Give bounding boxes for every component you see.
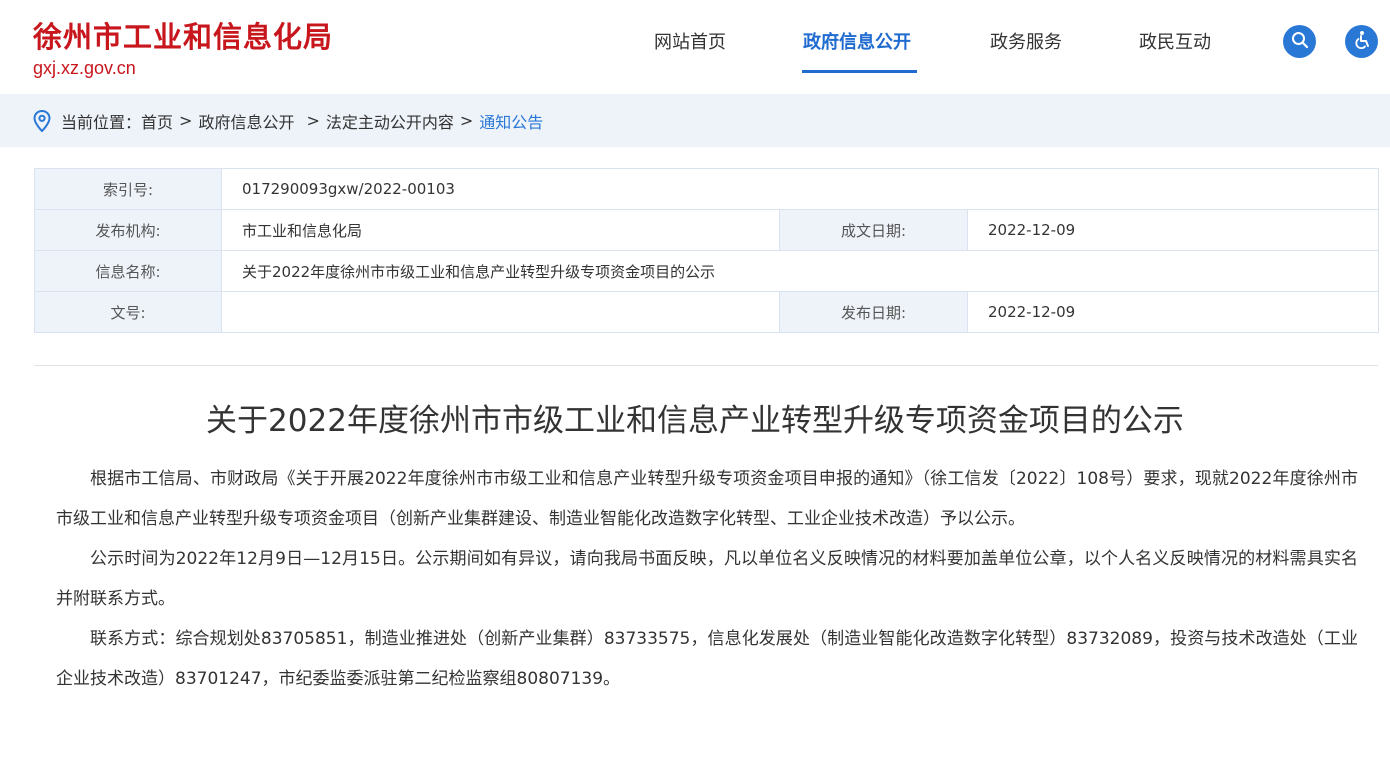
article-paragraph: 联系方式：综合规划处83705851，制造业推进处（创新产业集群）8373357… bbox=[56, 629, 1358, 689]
nav-item-services[interactable]: 政务服务 bbox=[990, 28, 1062, 54]
published-date-value: 2022-12-09 bbox=[966, 291, 1380, 333]
article-title: 关于2022年度徐州市市级工业和信息产业转型升级专项资金项目的公示 bbox=[206, 403, 1184, 439]
created-date-value: 2022-12-09 bbox=[966, 209, 1380, 251]
site-header: 徐州市工业和信息化局 gxj.xz.gov.cn 网站首页 政府信息公开 政务服… bbox=[0, 0, 1390, 94]
breadcrumb-gov-info[interactable]: 政府信息公开 bbox=[198, 109, 294, 133]
nav-item-gov-info[interactable]: 政府信息公开 bbox=[803, 28, 911, 54]
nav-item-home[interactable]: 网站首页 bbox=[654, 28, 726, 54]
breadcrumb-current[interactable]: 通知公告 bbox=[479, 109, 543, 133]
index-value: 017290093gxw/2022-00103 bbox=[220, 168, 1380, 210]
search-button[interactable] bbox=[1283, 25, 1316, 58]
table-row: 索引号: 017290093gxw/2022-00103 bbox=[34, 168, 1380, 210]
doc-number-label: 文号: bbox=[34, 291, 222, 333]
accessibility-icon bbox=[1352, 30, 1372, 54]
breadcrumb-separator: > bbox=[459, 111, 474, 130]
article-body: 根据市工信局、市财政局《关于开展2022年度徐州市市级工业和信息产业转型升级专项… bbox=[56, 459, 1358, 699]
breadcrumb-statutory[interactable]: 法定主动公开内容 bbox=[326, 109, 454, 133]
location-pin-icon bbox=[33, 109, 51, 132]
breadcrumb-home[interactable]: 首页 bbox=[141, 109, 173, 133]
created-date-label: 成文日期: bbox=[779, 209, 968, 251]
publisher-value: 市工业和信息化局 bbox=[221, 209, 780, 251]
breadcrumb-prefix: 当前位置： bbox=[61, 112, 142, 132]
breadcrumb-separator: > bbox=[306, 111, 320, 130]
table-row: 发布机构: 市工业和信息化局 成文日期: 2022-12-09 bbox=[34, 209, 1380, 251]
nav-active-underline bbox=[802, 70, 917, 73]
divider bbox=[34, 365, 1378, 366]
article-paragraph: 公示时间为2022年12月9日—12月15日。公示期间如有异议，请向我局书面反映… bbox=[56, 549, 1358, 609]
breadcrumb-separator: > bbox=[179, 111, 193, 130]
index-label: 索引号: bbox=[34, 168, 222, 210]
table-row: 信息名称: 关于2022年度徐州市市级工业和信息产业转型升级专项资金项目的公示 bbox=[34, 250, 1380, 292]
publisher-label: 发布机构: bbox=[34, 209, 222, 251]
search-icon bbox=[1291, 31, 1309, 53]
site-domain: gxj.xz.gov.cn bbox=[33, 58, 136, 78]
doc-number-value bbox=[221, 291, 780, 333]
published-date-label: 发布日期: bbox=[779, 291, 968, 333]
info-name-label: 信息名称: bbox=[34, 250, 222, 292]
breadcrumb-bar: 当前位置： 首页 > 政府信息公开 > 法定主动公开内容 > 通知公告 bbox=[0, 94, 1390, 147]
info-name-value: 关于2022年度徐州市市级工业和信息产业转型升级专项资金项目的公示 bbox=[220, 250, 1380, 292]
article-paragraph: 根据市工信局、市财政局《关于开展2022年度徐州市市级工业和信息产业转型升级专项… bbox=[56, 469, 1358, 529]
accessibility-button[interactable] bbox=[1345, 25, 1378, 58]
info-meta-table: 索引号: 017290093gxw/2022-00103 发布机构: 市工业和信… bbox=[34, 168, 1380, 333]
breadcrumb: 当前位置： 首页 > 政府信息公开 > 法定主动公开内容 > 通知公告 bbox=[33, 94, 543, 147]
table-row: 文号: 发布日期: 2022-12-09 bbox=[34, 291, 1380, 333]
nav-item-interaction[interactable]: 政民互动 bbox=[1139, 28, 1211, 54]
site-logo-title[interactable]: 徐州市工业和信息化局 bbox=[33, 14, 333, 56]
